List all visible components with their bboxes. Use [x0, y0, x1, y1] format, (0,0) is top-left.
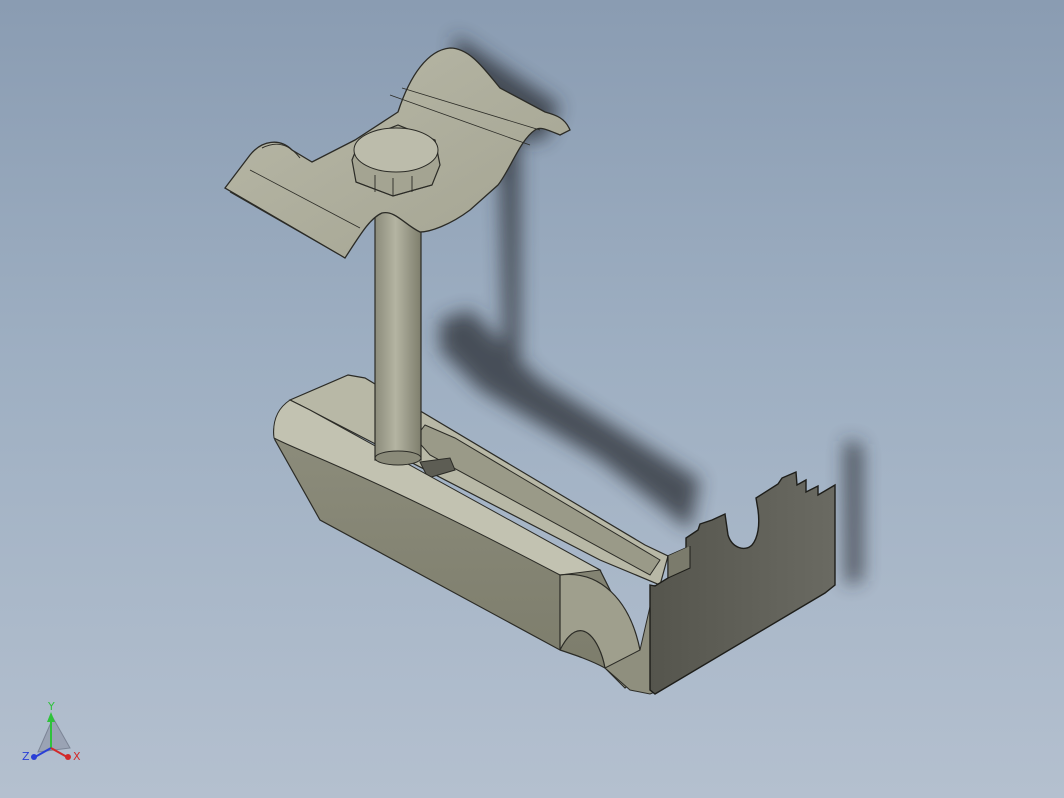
- model-view[interactable]: [0, 0, 1064, 798]
- graphics-viewport[interactable]: Y Z X: [0, 0, 1064, 798]
- z-axis-label: Z: [22, 750, 30, 763]
- y-axis-arrow: [47, 712, 55, 722]
- orientation-triad[interactable]: Y Z X: [18, 700, 88, 770]
- z-axis-arrow: [31, 754, 37, 760]
- clamp-body[interactable]: [273, 374, 669, 695]
- hex-nut[interactable]: [351, 124, 441, 197]
- y-axis-label: Y: [47, 700, 55, 713]
- x-axis-label: X: [73, 750, 81, 763]
- threaded-rod[interactable]: [374, 204, 422, 466]
- x-axis-arrow: [65, 754, 71, 760]
